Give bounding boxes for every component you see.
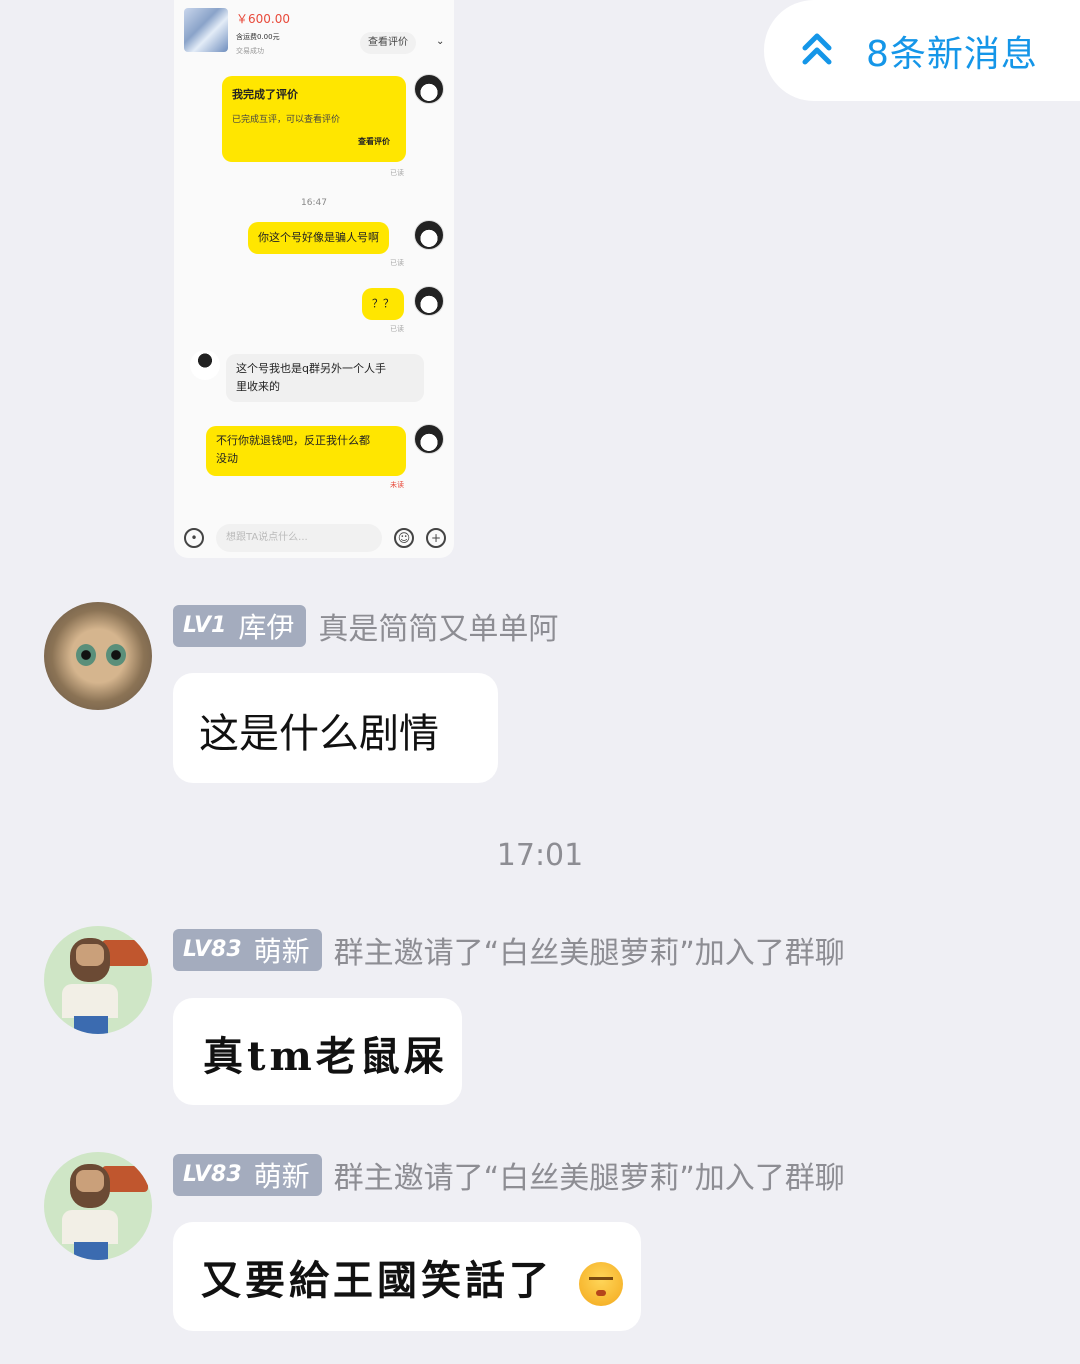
product-thumbnail: [184, 8, 228, 52]
avatar: [190, 350, 220, 380]
chat-text: 你这个号好像是骗人号啊: [258, 231, 379, 244]
chat-bubble: ？？: [362, 288, 404, 320]
double-chevron-up-icon: [802, 33, 832, 65]
card-view-review-button: 查看评价: [350, 134, 398, 149]
message-bubble[interactable]: 这是什么剧情: [173, 673, 498, 783]
level-tag: LV1: [183, 613, 227, 638]
read-status: 已读: [390, 325, 404, 333]
shared-screenshot-image[interactable]: ￥600.00 含运费0.00元 交易成功 查看评价 ⌄ 我完成了评价 已完成互…: [174, 0, 454, 558]
member-title: 群主邀请了“白丝美腿萝莉”加入了群聊: [333, 935, 845, 971]
avatar: [414, 74, 444, 104]
level-tag: LV83: [183, 1162, 242, 1187]
view-review-button: 查看评价: [360, 32, 416, 54]
chat-bubble: 这个号我也是q群另外一个人手 里收来的: [226, 354, 424, 402]
message-bubble[interactable]: 又要給王國笑話了: [173, 1222, 641, 1331]
chat-time: 16:47: [301, 198, 327, 208]
member-title: 真是简简又单单阿: [318, 611, 559, 647]
avatar-detail: [76, 944, 104, 966]
read-status: 已读: [390, 169, 404, 177]
chat-bubble: 不行你就退钱吧，反正我什么都 没动: [206, 426, 406, 476]
emoji-icon: ☺: [394, 528, 414, 548]
review-card: 我完成了评价 已完成互评，可以查看评价 查看评价: [222, 76, 406, 162]
read-status: 已读: [390, 259, 404, 267]
annoyed-face-emoji-icon: [578, 1262, 623, 1306]
avatar-detail: [62, 1210, 118, 1244]
chat-text: 不行你就退钱吧，反正我什么都: [216, 434, 370, 447]
order-price: ￥600.00: [236, 12, 290, 26]
level-badge[interactable]: LV83 萌新: [173, 928, 322, 971]
chat-text: 里收来的: [236, 380, 280, 393]
sender-header: LV83 萌新 群主邀请了“白丝美腿萝莉”加入了群聊: [173, 928, 845, 971]
chat-text: 这个号我也是q群另外一个人手: [236, 362, 386, 375]
unread-status: 未读: [390, 481, 404, 489]
message-bubble[interactable]: 真tm老鼠屎: [173, 998, 462, 1105]
microphone-icon: •: [184, 528, 204, 548]
message-text: 又要給王國笑話了: [201, 1257, 553, 1304]
level-badge[interactable]: LV83 萌新: [173, 1153, 322, 1196]
message-text: 真tm老鼠屎: [203, 1033, 448, 1080]
new-messages-button[interactable]: 8条新消息: [764, 0, 1080, 101]
avatar: [414, 424, 444, 454]
avatar-detail: [62, 984, 118, 1018]
message-input: 想跟TA说点什么...: [216, 524, 382, 552]
avatar[interactable]: [44, 602, 152, 710]
avatar-detail: [74, 1242, 108, 1260]
avatar: [414, 286, 444, 316]
chat-text: 没动: [216, 452, 238, 465]
level-tag: LV83: [183, 937, 242, 962]
sender-name: 萌新: [253, 934, 310, 968]
message-text: 这是什么剧情: [199, 711, 439, 757]
new-messages-label: 8条新消息: [866, 34, 1038, 75]
chat-bubble: 你这个号好像是骗人号啊: [248, 222, 389, 254]
order-summary: ￥600.00 含运费0.00元 交易成功 查看评价 ⌄: [182, 6, 446, 55]
order-status: 交易成功: [236, 47, 264, 55]
sender-header: LV1 库伊 真是简简又单单阿: [173, 604, 558, 647]
member-title: 群主邀请了“白丝美腿萝莉”加入了群聊: [333, 1160, 845, 1196]
avatar: [414, 220, 444, 250]
sender-header: LV83 萌新 群主邀请了“白丝美腿萝莉”加入了群聊: [173, 1153, 845, 1196]
level-badge[interactable]: LV1 库伊: [173, 604, 307, 647]
avatar[interactable]: [44, 926, 152, 1034]
plus-icon: +: [426, 528, 446, 548]
chat-timestamp: 17:01: [496, 838, 584, 873]
sender-name: 库伊: [238, 610, 295, 644]
avatar-detail: [76, 1170, 104, 1192]
input-bar: • 想跟TA说点什么... ☺ +: [174, 518, 454, 558]
avatar[interactable]: [44, 1152, 152, 1260]
chat-text: ？？: [372, 297, 394, 310]
card-title: 我完成了评价: [232, 88, 298, 101]
order-fee: 含运费0.00元: [236, 33, 280, 41]
card-subtitle: 已完成互评，可以查看评价: [232, 115, 341, 125]
chevron-down-icon: ⌄: [436, 36, 445, 47]
avatar-detail: [74, 1016, 108, 1034]
sender-name: 萌新: [253, 1159, 310, 1193]
